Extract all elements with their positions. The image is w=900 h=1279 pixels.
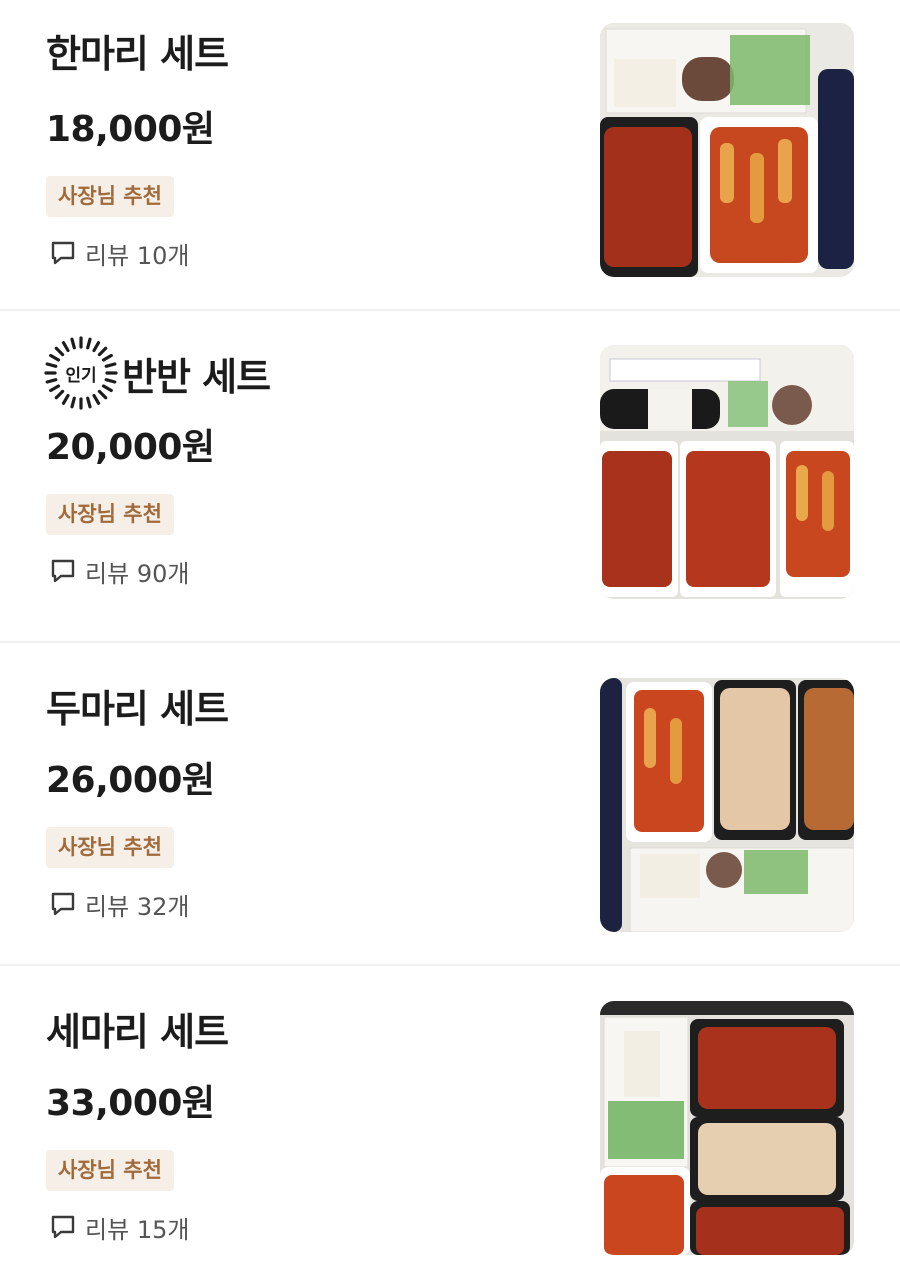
menu-item-title: 두마리 세트 <box>46 686 229 731</box>
menu-item-price: 20,000원 <box>46 427 215 468</box>
menu-list: 한마리 세트 18,000원 사장님 추천 리뷰 10개 인기 반반 세트 20… <box>0 0 900 1279</box>
menu-item-title: 한마리 세트 <box>46 31 229 76</box>
review-count: 리뷰 32개 <box>46 886 228 922</box>
owner-recommend-badge: 사장님 추천 <box>46 1150 174 1191</box>
menu-item-dumari-set[interactable]: 두마리 세트 26,000원 사장님 추천 리뷰 32개 <box>0 643 900 966</box>
menu-item-info: 한마리 세트 18,000원 사장님 추천 리뷰 10개 <box>46 22 229 271</box>
menu-item-hanmari-set[interactable]: 한마리 세트 18,000원 사장님 추천 리뷰 10개 <box>0 0 900 311</box>
title-row: 인기 반반 세트 <box>44 336 271 410</box>
review-number: 15개 <box>136 1215 190 1244</box>
chicken-set-photo[interactable] <box>600 345 854 599</box>
menu-item-info: 인기 반반 세트 20,000원 사장님 추천 리뷰 90개 <box>44 336 271 589</box>
menu-item-title: 반반 세트 <box>122 354 271 399</box>
menu-item-banban-set[interactable]: 인기 반반 세트 20,000원 사장님 추천 리뷰 90개 <box>0 311 900 643</box>
chicken-set-photo[interactable] <box>600 1001 854 1255</box>
menu-item-price: 26,000원 <box>46 760 215 801</box>
menu-item-info: 두마리 세트 26,000원 사장님 추천 리뷰 32개 <box>46 677 229 922</box>
popular-label: 인기 <box>65 365 97 386</box>
chicken-set-photo[interactable] <box>600 23 854 277</box>
review-number: 90개 <box>136 559 190 588</box>
comment-icon <box>51 892 75 916</box>
menu-item-price: 18,000원 <box>46 109 215 150</box>
comment-icon <box>51 241 75 265</box>
review-number: 32개 <box>136 892 190 921</box>
menu-photo-graphic <box>600 345 854 599</box>
review-number: 10개 <box>136 241 190 270</box>
title-row: 두마리 세트 <box>46 677 229 733</box>
review-label: 리뷰 <box>85 892 130 921</box>
menu-item-title: 세마리 세트 <box>46 1009 229 1054</box>
title-row: 한마리 세트 <box>46 22 229 78</box>
chicken-set-photo[interactable] <box>600 678 854 932</box>
review-count: 리뷰 10개 <box>46 235 228 271</box>
review-label: 리뷰 <box>85 559 130 588</box>
owner-recommend-badge: 사장님 추천 <box>46 827 174 868</box>
menu-photo-graphic <box>600 23 854 277</box>
owner-recommend-badge: 사장님 추천 <box>46 176 174 217</box>
popular-badge: 인기 <box>44 336 118 410</box>
review-label: 리뷰 <box>85 1215 130 1244</box>
menu-item-semari-set[interactable]: 세마리 세트 33,000원 사장님 추천 리뷰 15개 <box>0 966 900 1279</box>
menu-photo-graphic <box>600 678 854 932</box>
title-row: 세마리 세트 <box>46 1000 229 1056</box>
menu-item-price: 33,000원 <box>46 1083 215 1124</box>
owner-recommend-badge: 사장님 추천 <box>46 494 174 535</box>
comment-icon <box>51 1215 75 1239</box>
review-count: 리뷰 15개 <box>46 1209 228 1245</box>
menu-item-info: 세마리 세트 33,000원 사장님 추천 리뷰 15개 <box>46 1000 229 1245</box>
review-label: 리뷰 <box>85 241 130 270</box>
review-count: 리뷰 90개 <box>46 553 270 589</box>
menu-photo-graphic <box>600 1001 854 1255</box>
comment-icon <box>51 559 75 583</box>
